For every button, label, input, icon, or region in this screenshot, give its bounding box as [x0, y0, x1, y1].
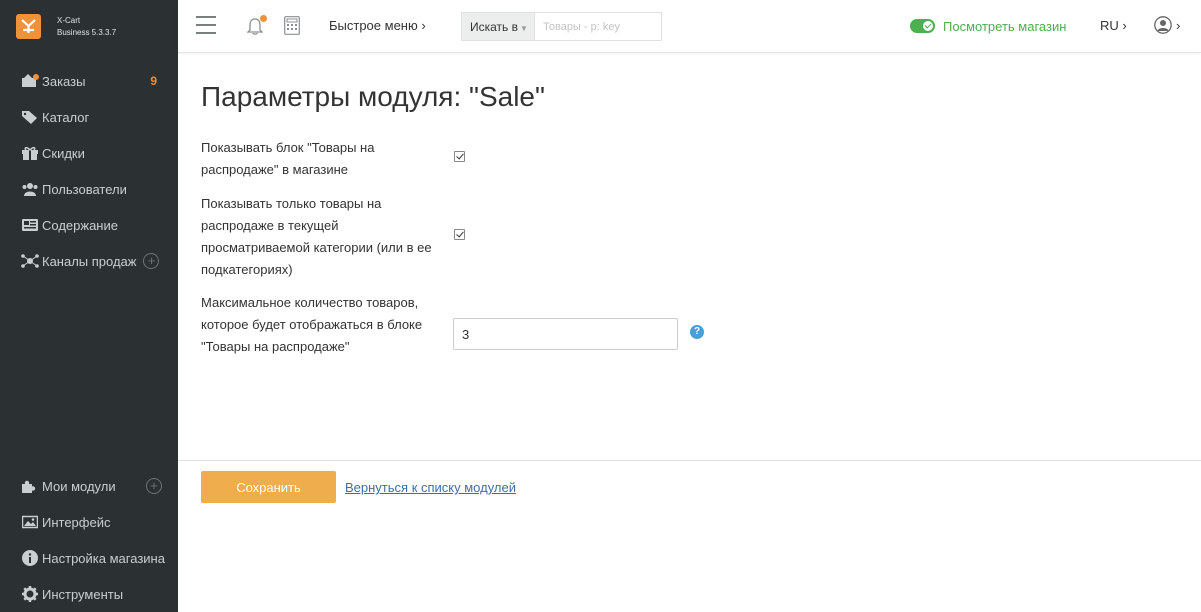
show-sale-block-checkbox[interactable]: [454, 151, 465, 162]
divider: [178, 460, 1201, 461]
back-to-modules-link[interactable]: Вернуться к списку модулей: [345, 480, 516, 495]
user-menu[interactable]: ›: [1154, 16, 1180, 34]
check-icon: [923, 21, 933, 31]
notifications-bell-icon[interactable]: [246, 15, 267, 40]
add-channel-plus-icon[interactable]: +: [143, 253, 160, 269]
sidebar-item-discounts[interactable]: Скидки: [0, 135, 178, 171]
user-avatar-icon: [1154, 16, 1172, 34]
sidebar-item-label: Настройка магазина: [42, 550, 165, 566]
sidebar-item-label: Заказы: [42, 73, 86, 89]
sidebar-item-interface[interactable]: Интерфейс: [0, 504, 178, 540]
sidebar-item-sales-channels[interactable]: Каналы продаж +: [0, 243, 178, 279]
option-label-current-category-only: Показывать только товары на распродаже в…: [201, 196, 432, 277]
quick-menu-button[interactable]: Быстрое меню ›: [329, 18, 426, 33]
sidebar-item-content[interactable]: Содержание: [0, 207, 178, 243]
sidebar-item-label: Мои модули: [42, 478, 116, 494]
language-selector[interactable]: RU ›: [1100, 18, 1127, 33]
help-icon[interactable]: ?: [690, 325, 704, 339]
chevron-down-icon: ▼: [520, 24, 528, 33]
gift-icon: [16, 146, 44, 160]
sidebar-item-store-setup[interactable]: Настройка магазина: [0, 540, 178, 576]
xcart-logo-icon: [16, 14, 41, 39]
tag-icon: [16, 110, 44, 124]
sidebar-item-label: Каналы продаж: [42, 253, 137, 269]
image-icon: [16, 515, 44, 529]
brand-text: X-Cart Business 5.3.3.7: [57, 15, 116, 39]
store-toggle[interactable]: [910, 19, 935, 33]
info-icon: [16, 550, 44, 566]
gear-icon: [16, 586, 44, 602]
max-products-input[interactable]: [453, 318, 678, 350]
save-button[interactable]: Сохранить: [201, 471, 336, 503]
current-category-only-checkbox[interactable]: [454, 229, 465, 240]
top-header: Быстрое меню › Искать в▼ Посмотреть мага…: [178, 0, 1201, 53]
orders-icon: [16, 74, 44, 88]
sidebar-item-label: Инструменты: [42, 586, 124, 602]
sidebar-item-orders[interactable]: Заказы 9: [0, 63, 178, 99]
calculator-icon[interactable]: [284, 16, 300, 40]
puzzle-icon: [16, 478, 44, 494]
content-icon: [16, 218, 44, 232]
user-menu-caret: ›: [1176, 17, 1181, 33]
sidebar-item-label: Интерфейс: [42, 514, 111, 530]
page-title: Параметры модуля: "Sale": [201, 81, 545, 112]
sidebar: X-Cart Business 5.3.3.7 Заказы 9 Каталог…: [0, 0, 178, 612]
brand-name: X-Cart: [57, 15, 81, 25]
sidebar-item-label: Содержание: [42, 217, 118, 233]
sidebar-item-users[interactable]: Пользователи: [0, 171, 178, 207]
option-label-show-sale-block: Показывать блок "Товары на распродаже" в…: [201, 140, 375, 177]
sidebar-item-label: Пользователи: [42, 181, 127, 197]
sidebar-item-label: Скидки: [42, 145, 85, 161]
orders-count-badge: 9: [150, 74, 157, 88]
sidebar-item-tools[interactable]: Инструменты: [0, 576, 178, 612]
sidebar-item-catalog[interactable]: Каталог: [0, 99, 178, 135]
brand[interactable]: X-Cart Business 5.3.3.7: [0, 0, 178, 53]
channels-icon: [16, 253, 44, 269]
sidebar-item-label: Каталог: [42, 109, 90, 125]
option-label-max-products: Максимальное количество товаров, которое…: [201, 295, 423, 354]
search-input[interactable]: [535, 12, 662, 41]
search-scope-dropdown[interactable]: Искать в ▼: [461, 12, 535, 41]
notification-dot: [260, 15, 267, 22]
hamburger-menu-icon[interactable]: [196, 16, 216, 34]
search-scope-label: Искать в: [470, 20, 519, 34]
add-module-plus-icon[interactable]: +: [146, 478, 162, 494]
sidebar-item-my-modules[interactable]: Мои модули +: [0, 468, 178, 504]
view-store-link[interactable]: Посмотреть магазин: [943, 19, 1066, 34]
brand-edition: Business 5.3.3.7: [57, 27, 117, 37]
users-icon: [16, 182, 44, 196]
